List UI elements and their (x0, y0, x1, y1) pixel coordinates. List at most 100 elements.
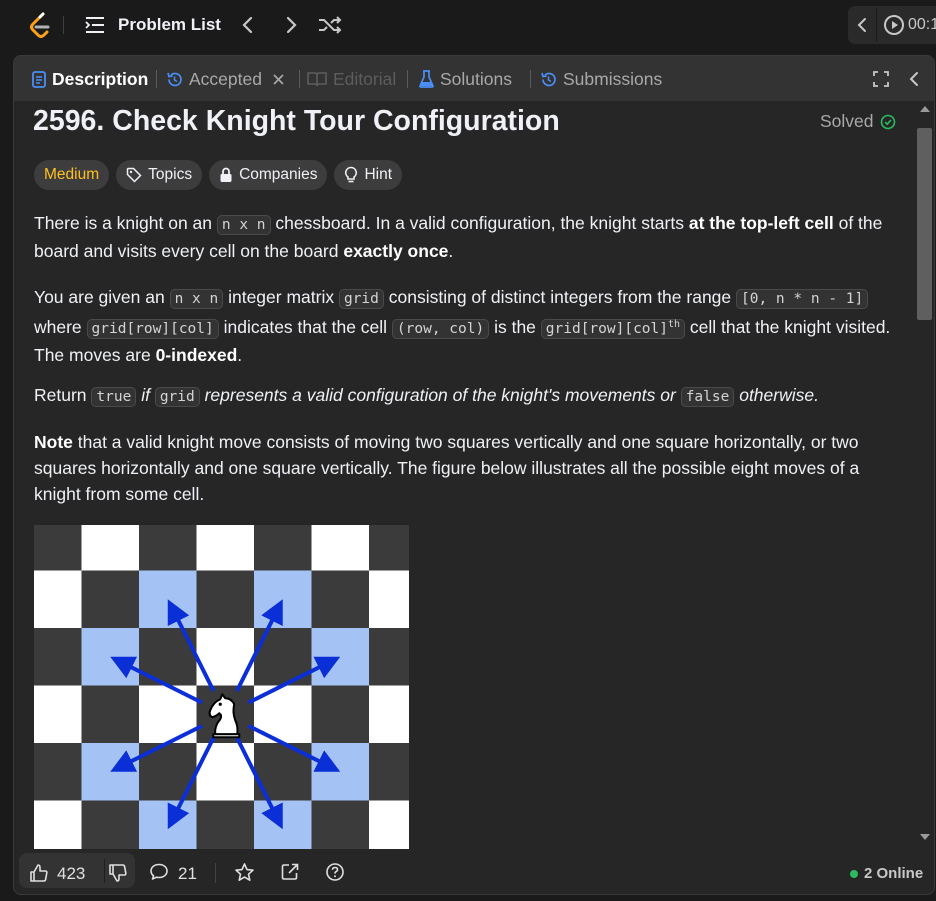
board-square (196, 570, 255, 629)
board-square (254, 800, 312, 849)
like-count: 423 (57, 864, 86, 883)
lock-icon (220, 167, 232, 182)
star-icon[interactable] (234, 862, 255, 883)
tag-icon (126, 167, 142, 183)
board-square (369, 570, 409, 629)
bottom-toolbar: 423 21 2 Online (14, 849, 934, 894)
help-icon[interactable] (325, 862, 345, 882)
chevron-left-icon[interactable] (852, 12, 872, 38)
description-paragraph-2: You are given an n x n integer matrix gr… (34, 287, 891, 365)
board-square (34, 525, 82, 571)
divider (876, 8, 877, 42)
board-square (139, 570, 197, 629)
scroll-down-arrow[interactable] (920, 834, 930, 840)
divider (104, 859, 105, 883)
solved-status: Solved (820, 111, 896, 132)
description-paragraph-4: Note that a valid knight move consists o… (34, 432, 860, 504)
board-square (311, 525, 370, 571)
topics-button[interactable]: Topics (116, 160, 203, 190)
board-square (369, 628, 409, 686)
tag-pills: Medium Topics Companies Hint (34, 160, 403, 190)
history-icon (541, 72, 556, 86)
tab-description[interactable]: Description (32, 68, 148, 90)
problem-list-link[interactable]: Problem List (118, 15, 221, 35)
divider (215, 863, 216, 883)
inline-code: (row, col) (391, 318, 490, 339)
inline-code: n x n (216, 215, 271, 235)
inline-code: n x n (169, 289, 224, 309)
board-square (139, 800, 197, 849)
board-square (81, 800, 140, 849)
tab-solutions[interactable]: Solutions (419, 68, 512, 90)
online-status: 2 Online (850, 865, 923, 882)
board-square (81, 570, 140, 629)
tab-label: Solutions (440, 68, 512, 89)
list-icon[interactable] (84, 15, 106, 35)
board-square (311, 685, 370, 744)
description-content: 2596. Check Knight Tour Configuration So… (14, 101, 914, 849)
divider (63, 16, 64, 34)
inline-code: [0, n * n - 1] (736, 289, 869, 309)
board-square (254, 525, 312, 571)
book-icon (307, 72, 327, 87)
online-count: 2 Online (864, 865, 924, 882)
board-square (369, 525, 409, 571)
scroll-up-arrow[interactable] (920, 106, 930, 112)
description-panel: Description Accepted Editorial Solutions… (13, 55, 935, 895)
close-icon[interactable] (272, 73, 285, 86)
hint-button[interactable]: Hint (334, 160, 403, 190)
companies-button[interactable]: Companies (209, 160, 328, 190)
check-circle-icon (880, 114, 895, 129)
thumbs-up-icon[interactable] (29, 863, 49, 883)
tab-label: Editorial (333, 68, 397, 89)
board-square (34, 628, 82, 686)
inline-code: true (91, 387, 137, 407)
inline-code: grid[row][col] (86, 318, 219, 339)
chevron-left-icon[interactable] (905, 69, 923, 89)
board-square (311, 743, 370, 801)
solved-label: Solved (820, 111, 874, 131)
board-square (34, 570, 82, 629)
shuffle-icon[interactable] (316, 12, 344, 38)
board-square (34, 743, 82, 801)
tab-label: Accepted (189, 68, 262, 89)
board-square (81, 685, 140, 744)
chevron-left-icon[interactable] (236, 12, 260, 38)
board-square (196, 800, 255, 849)
expand-icon[interactable] (871, 69, 891, 89)
scrollbar-thumb[interactable] (917, 128, 932, 320)
document-icon (32, 70, 46, 88)
tab-editorial[interactable]: Editorial (307, 68, 396, 90)
board-square (196, 525, 255, 571)
inline-code: grid (338, 289, 384, 309)
board-square (369, 743, 409, 801)
share-icon[interactable] (280, 862, 300, 882)
timer-text: 00:1 (908, 16, 936, 33)
board-square (81, 628, 140, 686)
board-square (369, 800, 409, 849)
board-square (311, 800, 370, 849)
divider (299, 70, 300, 88)
tab-accepted[interactable]: Accepted (166, 68, 285, 90)
board-square (311, 570, 370, 629)
inline-code: false (680, 387, 735, 407)
timer-play-icon[interactable] (883, 14, 905, 36)
thumbs-down-icon[interactable] (108, 863, 128, 883)
comment-icon[interactable] (149, 862, 169, 882)
tab-bar: Description Accepted Editorial Solutions… (14, 56, 934, 101)
tab-label: Description (52, 68, 149, 89)
board-square (311, 628, 370, 686)
inline-code: grid[row][col]th (540, 318, 686, 339)
difficulty-badge: Medium (34, 160, 110, 190)
chevron-right-icon[interactable] (279, 12, 303, 38)
board-square (254, 570, 312, 629)
divider (530, 70, 531, 88)
description-paragraph-3: Return true if grid represents a valid c… (34, 385, 819, 407)
board-square (369, 685, 409, 744)
pill-label: Companies (239, 166, 318, 183)
leetcode-logo[interactable] (27, 11, 53, 39)
history-icon (167, 72, 182, 86)
board-square (139, 525, 197, 571)
tab-submissions[interactable]: Submissions (540, 68, 662, 90)
comment-count: 21 (178, 864, 197, 883)
